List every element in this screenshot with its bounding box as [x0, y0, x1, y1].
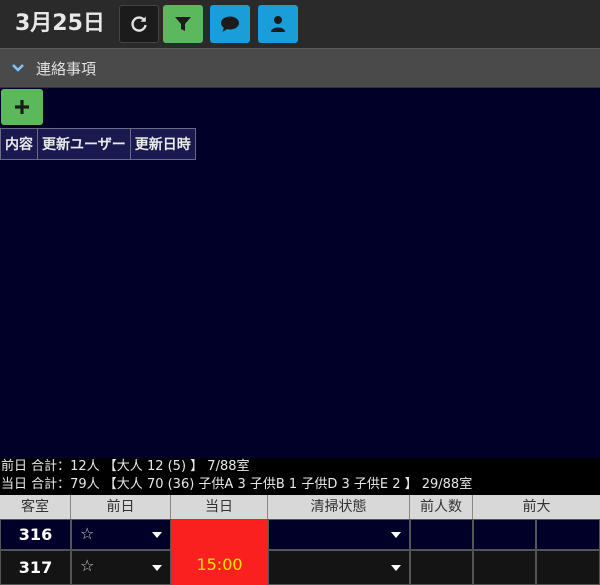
caret-down-icon	[152, 532, 162, 538]
refresh-button[interactable]	[119, 5, 159, 43]
section-title: 連絡事項	[36, 60, 97, 78]
user-icon	[271, 16, 285, 32]
refresh-icon	[131, 16, 147, 32]
header-room[interactable]: 客室	[0, 495, 71, 519]
prev-count-316	[410, 519, 473, 550]
chevron-down-icon	[12, 64, 24, 72]
today-summary: 当日 合計：79人 【大人 70 (36) 子供A 3 子供B 1 子供D 3 …	[1, 477, 473, 492]
prev-count-317	[410, 550, 473, 585]
app-root: 3月25日 連絡事項 内容 更新ユーザー 更新日時 前日 合計：12人 【大人 …	[0, 0, 600, 585]
chat-button[interactable]	[210, 5, 250, 43]
today-checkin-cell[interactable]: 15:00	[171, 519, 268, 585]
prev-day-summary: 前日 合計：12人 【大人 12 (5) 】 7/88室	[1, 459, 250, 474]
col-updated-user[interactable]: 更新ユーザー	[37, 128, 131, 160]
notes-header-row: 内容 更新ユーザー 更新日時	[0, 128, 196, 160]
caret-down-icon	[391, 532, 401, 538]
header-prev-day[interactable]: 前日	[71, 495, 171, 519]
caret-down-icon	[152, 565, 162, 571]
room-grid: 客室 前日 当日 清掃状態 前人数 前大 316 ☆ 317 ☆ 15:00	[0, 495, 600, 585]
col-updated-time[interactable]: 更新日時	[129, 128, 196, 160]
plus-icon	[15, 100, 29, 114]
star-icon[interactable]: ☆	[80, 524, 94, 543]
notes-panel: 内容 更新ユーザー 更新日時	[0, 88, 600, 458]
col-content[interactable]: 内容	[0, 128, 38, 160]
summary-block: 前日 合計：12人 【大人 12 (5) 】 7/88室 当日 合計：79人 【…	[0, 458, 600, 495]
extra-cell-316	[536, 519, 600, 550]
cleaning-select-317[interactable]	[268, 550, 410, 585]
notes-table: 内容 更新ユーザー 更新日時	[0, 128, 196, 160]
user-button[interactable]	[258, 5, 298, 43]
prev-day-select-316[interactable]: ☆	[71, 519, 171, 550]
add-note-button[interactable]	[1, 89, 43, 125]
caret-down-icon	[391, 565, 401, 571]
filter-icon	[175, 17, 191, 31]
prev-adult-317	[473, 550, 536, 585]
top-header: 3月25日	[0, 0, 600, 48]
header-prev-count[interactable]: 前人数	[410, 495, 473, 519]
prev-day-select-317[interactable]: ☆	[71, 550, 171, 585]
header-prev-adult[interactable]: 前大	[473, 495, 600, 519]
filter-button[interactable]	[163, 5, 203, 43]
header-today[interactable]: 当日	[171, 495, 268, 519]
header-cleaning-status[interactable]: 清掃状態	[268, 495, 410, 519]
cleaning-select-316[interactable]	[268, 519, 410, 550]
extra-cell-317	[536, 550, 600, 585]
star-icon[interactable]: ☆	[80, 556, 94, 575]
chat-icon	[221, 16, 239, 32]
section-header[interactable]: 連絡事項	[0, 48, 600, 88]
date-label: 3月25日	[15, 11, 105, 36]
room-number-317: 317	[0, 550, 71, 585]
checkin-time: 15:00	[196, 555, 243, 574]
room-number-316: 316	[0, 519, 71, 550]
prev-adult-316	[473, 519, 536, 550]
